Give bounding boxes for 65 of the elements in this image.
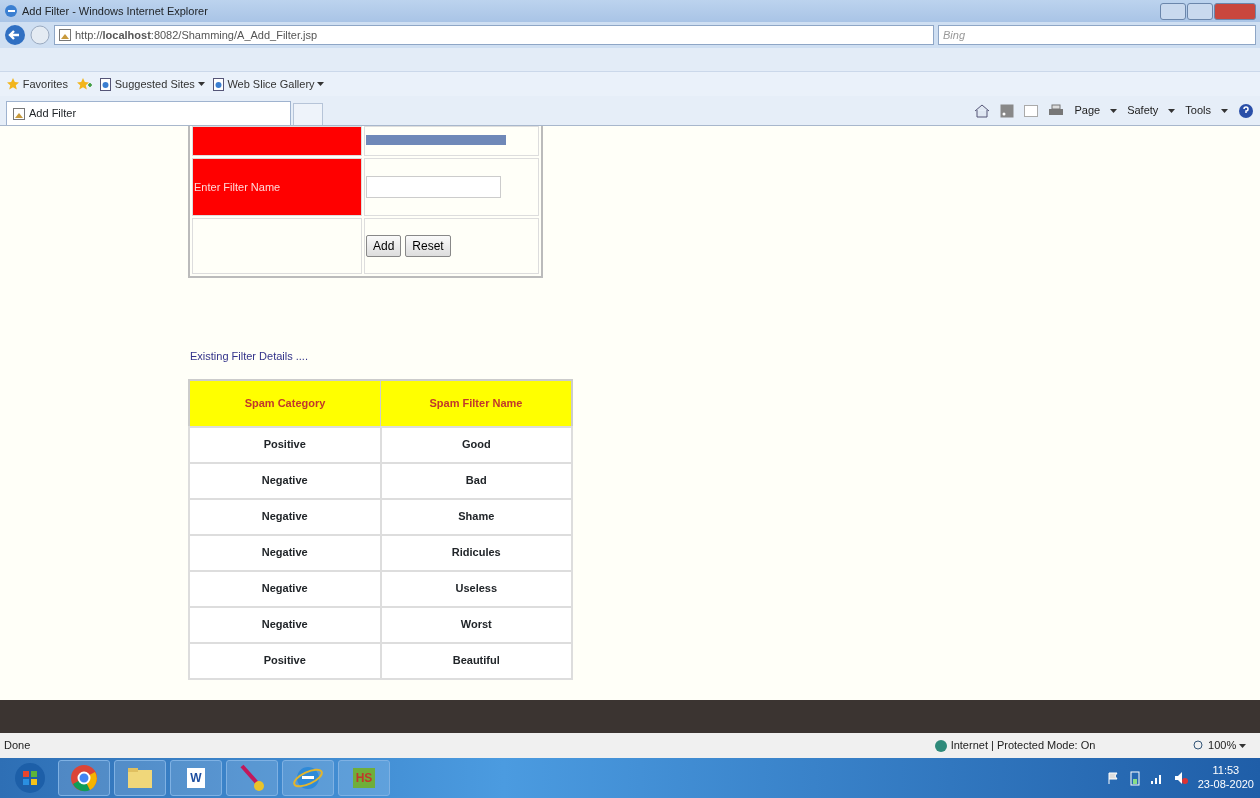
back-button[interactable] <box>4 24 26 46</box>
page-icon <box>59 29 71 41</box>
globe-icon <box>933 738 948 753</box>
table-cell: Bad <box>380 462 572 499</box>
table-cell: Good <box>380 426 572 463</box>
address-field[interactable]: http://localhost:8082/Shamming/A_Add_Filter.jsp <box>54 25 934 45</box>
maximize-button[interactable] <box>1187 2 1213 20</box>
table-cell: Negative <box>189 462 381 499</box>
reset-button[interactable]: Reset <box>405 235 451 257</box>
mail-icon[interactable] <box>1024 104 1039 117</box>
caret-icon[interactable] <box>1110 108 1118 113</box>
command-menu[interactable]: Tools <box>1185 102 1211 119</box>
favorites-link[interactable]: Suggested Sites <box>100 75 205 93</box>
magnifier-icon <box>1193 739 1206 752</box>
table-cell: Useless <box>380 570 572 607</box>
browser-logo-icon <box>4 4 18 18</box>
section-title: Existing Filter Details .... <box>190 349 309 364</box>
caret-icon[interactable] <box>1168 108 1176 113</box>
table-cell: Negative <box>189 570 381 607</box>
caret-icon[interactable] <box>197 82 205 86</box>
add-favorite-icon[interactable] <box>76 77 92 91</box>
category-select[interactable] <box>366 134 506 145</box>
command-menu[interactable]: Safety <box>1127 102 1159 119</box>
clock[interactable]: 11:53 23-08-2020 <box>1197 764 1254 792</box>
caret-icon[interactable] <box>1239 743 1246 748</box>
table-cell: Positive <box>189 426 381 463</box>
filter-name-label: Enter Filter Name <box>192 158 362 216</box>
zoom-button[interactable]: 100% <box>1193 737 1246 754</box>
table-cell: Ridicules <box>380 534 572 571</box>
browser-tab[interactable]: Add Filter <box>6 101 291 125</box>
battery-icon[interactable] <box>1129 770 1140 786</box>
column-header: Spam Category <box>189 379 381 427</box>
caret-icon[interactable] <box>1221 108 1228 113</box>
app-taskbar-button[interactable]: W <box>170 760 222 796</box>
table-cell: Worst <box>380 606 572 643</box>
table-cell: Positive <box>189 642 381 679</box>
favorites-link[interactable]: Web Slice Gallery <box>212 75 325 93</box>
star-icon <box>6 77 20 91</box>
flag-icon[interactable] <box>1105 771 1120 785</box>
minimize-button[interactable] <box>1160 2 1186 20</box>
page-icon <box>100 77 112 91</box>
help-icon[interactable] <box>1238 102 1254 119</box>
command-menu[interactable]: Page <box>1074 102 1101 119</box>
page-icon <box>13 107 25 120</box>
add-button[interactable]: Add <box>366 235 402 257</box>
page-icon <box>212 77 225 91</box>
caret-icon[interactable] <box>317 82 325 86</box>
printer-icon[interactable] <box>1048 103 1065 118</box>
start-button[interactable] <box>14 762 46 794</box>
table-cell: Negative <box>189 534 381 571</box>
favorites-button[interactable]: Favorites <box>6 75 68 93</box>
status-text: Done <box>4 738 31 754</box>
feed-icon[interactable] <box>1000 103 1015 118</box>
table-cell: Negative <box>189 606 381 643</box>
home-icon[interactable] <box>974 103 991 118</box>
speaker-icon[interactable] <box>1173 771 1188 785</box>
close-button[interactable] <box>1214 2 1256 20</box>
security-zone: Internet | Protected Mode: On <box>933 737 1096 754</box>
table-cell: Negative <box>189 498 381 535</box>
table-cell: Beautiful <box>380 642 572 679</box>
filter-name-field[interactable] <box>366 176 501 198</box>
browser-taskbar-icon[interactable] <box>68 762 100 794</box>
table-cell: Shame <box>380 498 572 535</box>
column-header: Spam Filter Name <box>380 379 572 427</box>
window-title: Add Filter - Windows Internet Explorer <box>22 3 208 19</box>
